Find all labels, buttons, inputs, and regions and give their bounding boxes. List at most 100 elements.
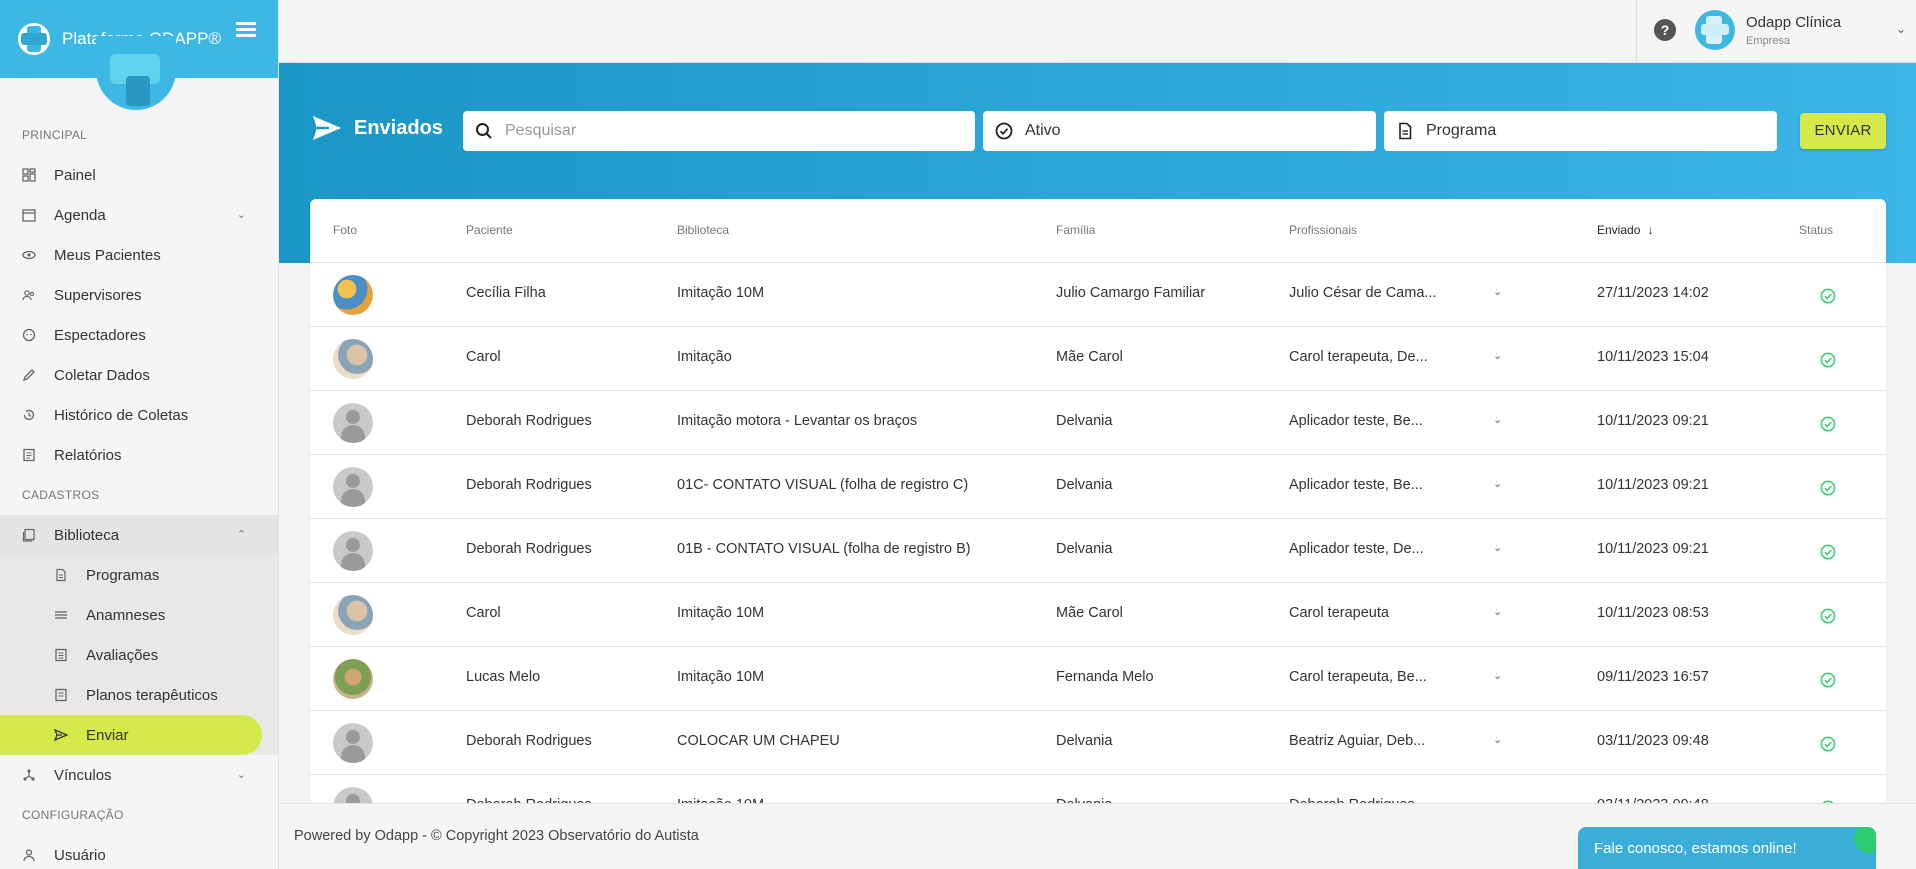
sidebar-item-label: Painel — [54, 166, 96, 184]
col-foto[interactable]: Foto — [333, 223, 357, 237]
chevron-down-icon[interactable]: ⌄ — [1493, 413, 1502, 426]
hamburger-menu-icon[interactable] — [236, 22, 256, 38]
table-row[interactable]: Deborah Rodrigues 01B - CONTATO VISUAL (f… — [310, 519, 1886, 583]
col-status[interactable]: Status — [1799, 223, 1833, 237]
check-circle-icon — [1820, 608, 1836, 628]
avatar — [333, 595, 373, 635]
cell-familia: Fernanda Melo — [1056, 669, 1154, 685]
table-row[interactable]: Carol Imitação Mãe Carol Carol terapeuta, D… — [310, 327, 1886, 391]
avatar — [333, 467, 373, 507]
document-icon — [54, 568, 68, 582]
arrow-down-icon: ↓ — [1647, 223, 1654, 237]
avatar — [333, 339, 373, 379]
sidebar-item-label: Enviar — [86, 726, 129, 744]
chevron-down-icon: ⌄ — [236, 769, 246, 781]
table-row[interactable]: Deborah RodriguesImitação 10MDelvaniaDeb… — [310, 775, 1886, 804]
sidebar-item-supervisores[interactable]: Supervisores — [0, 275, 278, 315]
sidebar-item-meus-pacientes[interactable]: Meus Pacientes — [0, 235, 278, 275]
col-profissionais[interactable]: Profissionais — [1289, 223, 1357, 237]
table-row[interactable]: Deborah Rodrigues 01C- CONTATO VISUAL (fo… — [310, 455, 1886, 519]
biblioteca-submenu: Programas Anamneses Avaliações Planos te… — [0, 555, 278, 755]
document-icon — [1396, 122, 1414, 140]
check-circle-icon — [1820, 480, 1836, 500]
chat-widget[interactable]: Fale conosco, estamos online! — [1578, 827, 1876, 869]
chevron-down-icon[interactable]: ⌄ — [1493, 733, 1502, 746]
sidebar-item-biblioteca[interactable]: Biblioteca ⌃ — [0, 515, 278, 555]
chevron-down-icon[interactable]: ⌄ — [1493, 349, 1502, 362]
check-circle-icon — [1820, 352, 1836, 372]
cell-profissionais: Aplicador teste, Be... — [1289, 413, 1423, 429]
users-icon — [22, 288, 36, 302]
cell-enviado: 10/11/2023 09:21 — [1597, 413, 1709, 429]
section-cadastros: CADASTROS — [22, 488, 100, 502]
cell-paciente: Carol — [466, 349, 501, 365]
link-network-icon — [22, 768, 36, 782]
program-filter[interactable]: Programa — [1384, 111, 1777, 151]
chevron-down-icon[interactable]: ⌄ — [1493, 541, 1502, 554]
sidebar-item-espectadores[interactable]: Espectadores — [0, 315, 278, 355]
sidebar-item-historico[interactable]: Histórico de Coletas — [0, 395, 278, 435]
table-row[interactable]: Carol Imitação 10M Mãe Carol Carol terapeut… — [310, 583, 1886, 647]
sidebar-item-planos[interactable]: Planos terapêuticos — [0, 675, 278, 715]
sidebar-item-label: Usuário — [54, 846, 106, 864]
table-row[interactable]: Deborah Rodrigues Imitação motora - Levan… — [310, 391, 1886, 455]
avatar — [333, 531, 373, 571]
col-paciente[interactable]: Paciente — [466, 223, 513, 237]
sidebar-item-coletar-dados[interactable]: Coletar Dados — [0, 355, 278, 395]
sidebar-item-relatorios[interactable]: Relatórios — [0, 435, 278, 475]
chevron-down-icon[interactable]: ⌄ — [1493, 285, 1502, 298]
sidebar-item-vinculos[interactable]: Vínculos ⌄ — [0, 755, 278, 795]
col-familia[interactable]: Família — [1056, 223, 1095, 237]
status-filter[interactable]: Ativo — [983, 111, 1376, 151]
plan-icon — [54, 688, 68, 702]
cell-paciente: Lucas Melo — [466, 669, 541, 685]
pencil-icon — [22, 368, 36, 382]
section-configuracao: CONFIGURAÇÃO — [22, 808, 124, 822]
sidebar-item-agenda[interactable]: Agenda ⌄ — [0, 195, 278, 235]
sidebar-item-enviar[interactable]: Enviar — [0, 715, 262, 755]
sidebar-item-programas[interactable]: Programas — [0, 555, 278, 595]
cell-profissionais: Carol terapeuta, De... — [1289, 349, 1428, 365]
user-avatar[interactable] — [1695, 10, 1735, 50]
cell-paciente: Cecília Filha — [466, 285, 546, 301]
library-icon — [22, 528, 36, 542]
check-circle-icon — [1820, 736, 1836, 756]
sidebar-item-anamneses[interactable]: Anamneses — [0, 595, 278, 635]
table-row[interactable]: Deborah Rodrigues COLOCAR UM CHAPEU Delvan… — [310, 711, 1886, 775]
cell-paciente: Deborah Rodrigues — [466, 541, 592, 557]
cell-biblioteca: 01C- CONTATO VISUAL (folha de registro C… — [677, 477, 969, 493]
program-filter-value: Programa — [1426, 122, 1497, 139]
cell-biblioteca: Imitação — [677, 349, 732, 365]
chevron-down-icon[interactable]: ⌄ — [1493, 669, 1502, 682]
cell-familia: Mãe Carol — [1056, 605, 1123, 621]
col-biblioteca[interactable]: Biblioteca — [677, 223, 729, 237]
avatar — [333, 275, 373, 315]
user-icon — [22, 848, 36, 862]
send-button[interactable]: ENVIAR — [1800, 113, 1886, 149]
search-field[interactable] — [463, 111, 975, 151]
sidebar-item-painel[interactable]: Painel — [0, 155, 278, 195]
sidebar-item-label: Anamneses — [86, 606, 166, 624]
table-row[interactable]: Lucas Melo Imitação 10M Fernanda Melo Carol… — [310, 647, 1886, 711]
sidebar-item-avaliacoes[interactable]: Avaliações — [0, 635, 278, 675]
chevron-down-icon[interactable]: ⌄ — [1493, 477, 1502, 490]
avatar — [333, 659, 373, 699]
chevron-down-icon[interactable]: ⌄ — [1896, 22, 1906, 36]
sidebar-item-label: Relatórios — [54, 446, 122, 464]
sidebar-item-usuario[interactable]: Usuário — [0, 835, 278, 869]
calendar-icon — [22, 208, 36, 222]
cell-biblioteca: Imitação motora - Levantar os braços — [677, 413, 918, 429]
section-principal: PRINCIPAL — [22, 128, 88, 142]
search-input[interactable] — [505, 122, 905, 140]
help-icon[interactable]: ? — [1654, 19, 1676, 41]
page-title: Enviados — [312, 115, 443, 141]
col-enviado[interactable]: Enviado ↓ — [1597, 223, 1654, 237]
table-row[interactable]: Cecília Filha Imitação 10M Julio Camargo F… — [310, 263, 1886, 327]
check-circle-icon — [1820, 544, 1836, 564]
user-name[interactable]: Odapp Clínica — [1746, 14, 1841, 31]
chevron-down-icon[interactable]: ⌄ — [1493, 605, 1502, 618]
sidebar-item-label: Meus Pacientes — [54, 246, 161, 264]
cell-paciente: Carol — [466, 605, 501, 621]
online-indicator-icon — [1854, 827, 1876, 853]
cell-biblioteca: Imitação 10M — [677, 605, 765, 621]
